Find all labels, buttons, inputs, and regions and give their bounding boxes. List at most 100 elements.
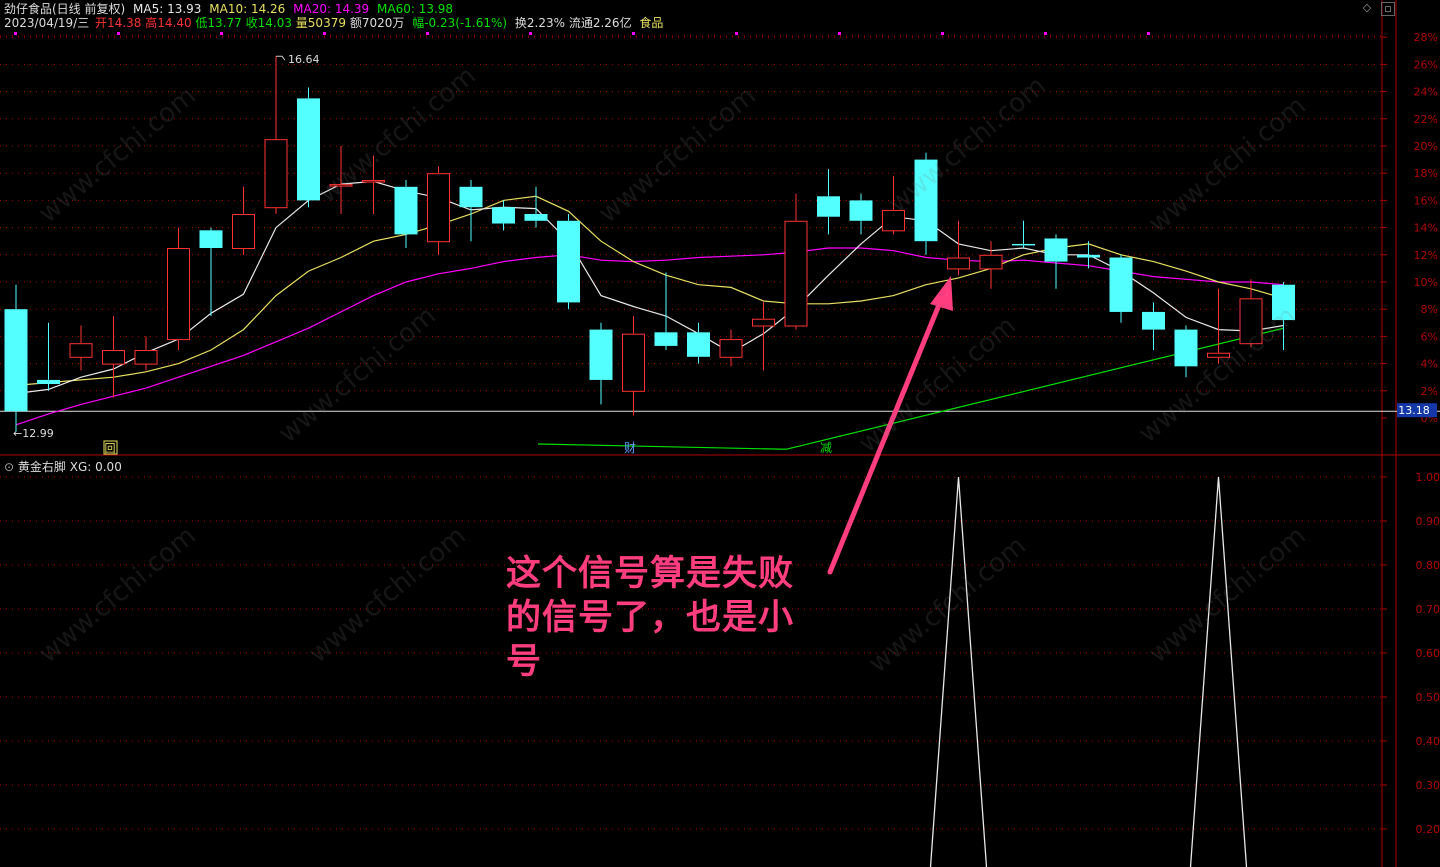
y-tick-label: 6% [1421,330,1438,343]
candle-body [264,139,288,209]
candle [394,180,418,248]
candle [622,316,645,416]
sub-y-tick-label: 0.30 [1416,779,1440,792]
candle [524,186,548,228]
sector-label[interactable]: 食品 [639,16,663,30]
diamond-icon[interactable]: ◇ [1361,2,1373,14]
restore-window-icon[interactable]: ▫ [1381,2,1395,16]
candle-body [167,248,190,341]
period-marker [632,32,635,35]
candle-body [492,207,515,224]
candle [1012,220,1035,248]
current-price-label: 13.18 [1398,404,1430,417]
candle-body [134,350,158,365]
ma60-label: MA60: 13.98 [377,2,454,16]
indicator-title[interactable]: 黄金右脚 [18,460,66,474]
sub-y-tick-label: 0.50 [1416,691,1440,704]
candle [264,56,288,214]
candle [1174,325,1198,378]
main-chart-header: 劲仔食品(日线 前复权) MA5: 13.93 MA10: 14.26 MA20… [4,2,457,16]
candle-body [947,257,970,270]
amount-label: 额7020万 [349,16,405,30]
period-marker [426,32,429,35]
stock-title[interactable]: 劲仔食品(日线 前复权) [4,2,125,16]
candle-body [914,159,938,242]
event-marker-hui: 回 [105,442,116,455]
period-marker [14,32,17,35]
y-tick-label: 18% [1414,167,1438,180]
candle-body [232,214,255,249]
candle [69,325,93,371]
candle [947,220,970,276]
candle-body [654,332,678,346]
candle [1109,254,1133,323]
y-tick-label: 26% [1414,58,1438,71]
candle-body [1207,352,1230,358]
candle [817,169,840,235]
candle [784,193,808,330]
candle [102,316,125,398]
candle [979,241,1003,289]
ma20-label: MA20: 14.39 [293,2,370,16]
candle [654,272,678,350]
candle-body [4,309,28,412]
candle [1142,302,1165,350]
candle-body [979,254,1003,270]
candle-body [817,196,840,217]
candle-body [459,186,483,208]
sub-y-tick-label: 0.40 [1416,735,1440,748]
y-tick-label: 20% [1414,140,1438,153]
period-marker [838,32,841,35]
low-label: 低13.77 [195,16,242,30]
candle-body [1174,329,1198,367]
candle-body [394,186,418,235]
candle [1272,282,1295,350]
sub-y-tick-label: 0.20 [1416,823,1440,836]
sub-y-tick-label: 0.70 [1416,603,1440,616]
date-label: 2023/04/19/三 [4,16,90,30]
volume-label: 量50379 [295,16,346,30]
candle [849,193,873,235]
candle [134,336,158,371]
candle [362,155,385,214]
candle-body [69,343,93,358]
indicator-toggle-icon[interactable]: ⊙ [4,460,14,474]
xg-signal-spike [1189,476,1248,867]
y-tick-label: 2% [1421,385,1438,398]
ma60-line-start [537,443,787,450]
candle [167,227,190,350]
sub-y-tick-label: 0.80 [1416,559,1440,572]
indicator-header: ⊙ 黄金右脚 XG: 0.00 [4,458,122,475]
period-marker [529,32,532,35]
candle-body [557,220,580,303]
indicator-value: XG: 0.00 [69,460,122,474]
y-tick-label: 28% [1414,31,1438,44]
ma5-line [15,180,1284,395]
candle-body [1109,257,1133,312]
candle-body [622,333,645,392]
period-marker [323,32,326,35]
y-tick-label: 10% [1414,276,1438,289]
candle [427,166,450,255]
candle-body [589,329,613,380]
event-marker-jian: 减 [820,441,832,455]
candle-body [1272,284,1295,321]
ma20-line [15,247,1284,426]
ma60-line [785,327,1284,450]
candle-body [687,332,710,357]
period-marker [941,32,944,35]
y-tick-label: 8% [1421,303,1438,316]
candle [589,322,613,405]
annotation-arrow-shaft [827,297,944,575]
y-tick-label: 14% [1414,222,1438,235]
candle-body [849,200,873,221]
candle [752,302,775,371]
y-tick-label: 24% [1414,86,1438,99]
candle [232,186,255,255]
candle-body [752,318,775,327]
xg-signal-spike [929,476,988,867]
period-marker [1147,32,1150,35]
candle-body [784,220,808,327]
change-label: 幅-0.23(-1.61%) [412,16,508,30]
close-label: 收14.03 [245,16,292,30]
